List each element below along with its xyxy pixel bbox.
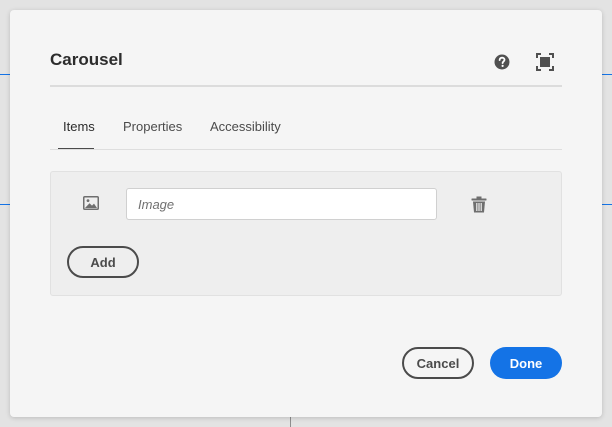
image-field[interactable] (126, 188, 437, 220)
tab-properties[interactable]: Properties (123, 119, 182, 134)
background-guide-line (0, 204, 10, 205)
background-guide-line (602, 74, 612, 75)
tab-bar: Items Properties Accessibility (50, 117, 562, 150)
help-icon[interactable] (494, 54, 510, 70)
background-guide-line (0, 74, 10, 75)
fullscreen-icon[interactable] (536, 53, 554, 71)
add-button[interactable]: Add (67, 246, 139, 278)
tab-accessibility[interactable]: Accessibility (210, 119, 281, 134)
tab-items[interactable]: Items (63, 119, 95, 134)
trash-icon[interactable] (471, 196, 487, 213)
background-guide-line (290, 417, 291, 427)
carousel-dialog: Carousel Items Properties Accessibility (10, 10, 602, 417)
done-button[interactable]: Done (490, 347, 562, 379)
dialog-title: Carousel (50, 50, 123, 69)
items-panel: Add (50, 171, 562, 296)
tabs-divider (50, 149, 562, 150)
header-divider (50, 85, 562, 87)
background-guide-line (602, 204, 612, 205)
image-icon (83, 196, 99, 210)
cancel-button[interactable]: Cancel (402, 347, 474, 379)
